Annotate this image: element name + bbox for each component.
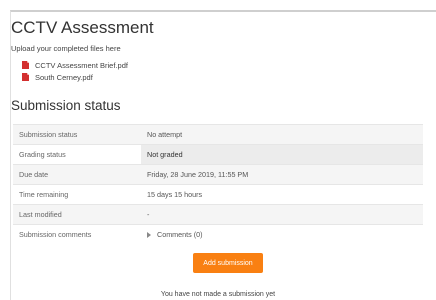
row-label: Grading status (13, 144, 141, 165)
table-row: Submission comments Comments (0) (13, 224, 423, 244)
row-value: Not graded (141, 144, 423, 165)
expand-triangle-icon[interactable] (147, 232, 151, 239)
file-name[interactable]: South Cerney.pdf (35, 73, 93, 82)
file-list: CCTV Assessment Brief.pdf South Cerney.p… (22, 59, 128, 83)
row-label: Submission comments (13, 224, 141, 244)
row-value: No attempt (141, 124, 423, 145)
table-row: Grading status Not graded (13, 144, 423, 165)
submission-status-heading: Submission status (11, 98, 121, 113)
row-value: Comments (0) (141, 224, 423, 244)
intro-text: Upload your completed files here (11, 44, 121, 53)
submission-status-table: Submission status No attempt Grading sta… (13, 124, 423, 244)
row-value: Friday, 28 June 2019, 11:55 PM (141, 164, 423, 185)
row-label: Submission status (13, 124, 141, 145)
table-row: Submission status No attempt (13, 124, 423, 145)
page-title: CCTV Assessment (11, 18, 154, 37)
file-link-south-cerney[interactable]: South Cerney.pdf (22, 71, 128, 83)
pdf-icon (22, 73, 29, 81)
row-label: Time remaining (13, 184, 141, 205)
table-row: Last modified - (13, 204, 423, 225)
pdf-icon (22, 61, 29, 69)
add-submission-button[interactable]: Add submission (193, 253, 263, 273)
table-row: Due date Friday, 28 June 2019, 11:55 PM (13, 164, 423, 185)
row-value: - (141, 204, 423, 225)
row-value: 15 days 15 hours (141, 184, 423, 205)
row-label: Last modified (13, 204, 141, 225)
table-row: Time remaining 15 days 15 hours (13, 184, 423, 205)
file-name[interactable]: CCTV Assessment Brief.pdf (35, 61, 128, 70)
submission-note: You have not made a submission yet (160, 291, 276, 298)
comments-link[interactable]: Comments (0) (157, 230, 203, 239)
row-label: Due date (13, 164, 141, 185)
file-link-cctv-brief[interactable]: CCTV Assessment Brief.pdf (22, 59, 128, 71)
